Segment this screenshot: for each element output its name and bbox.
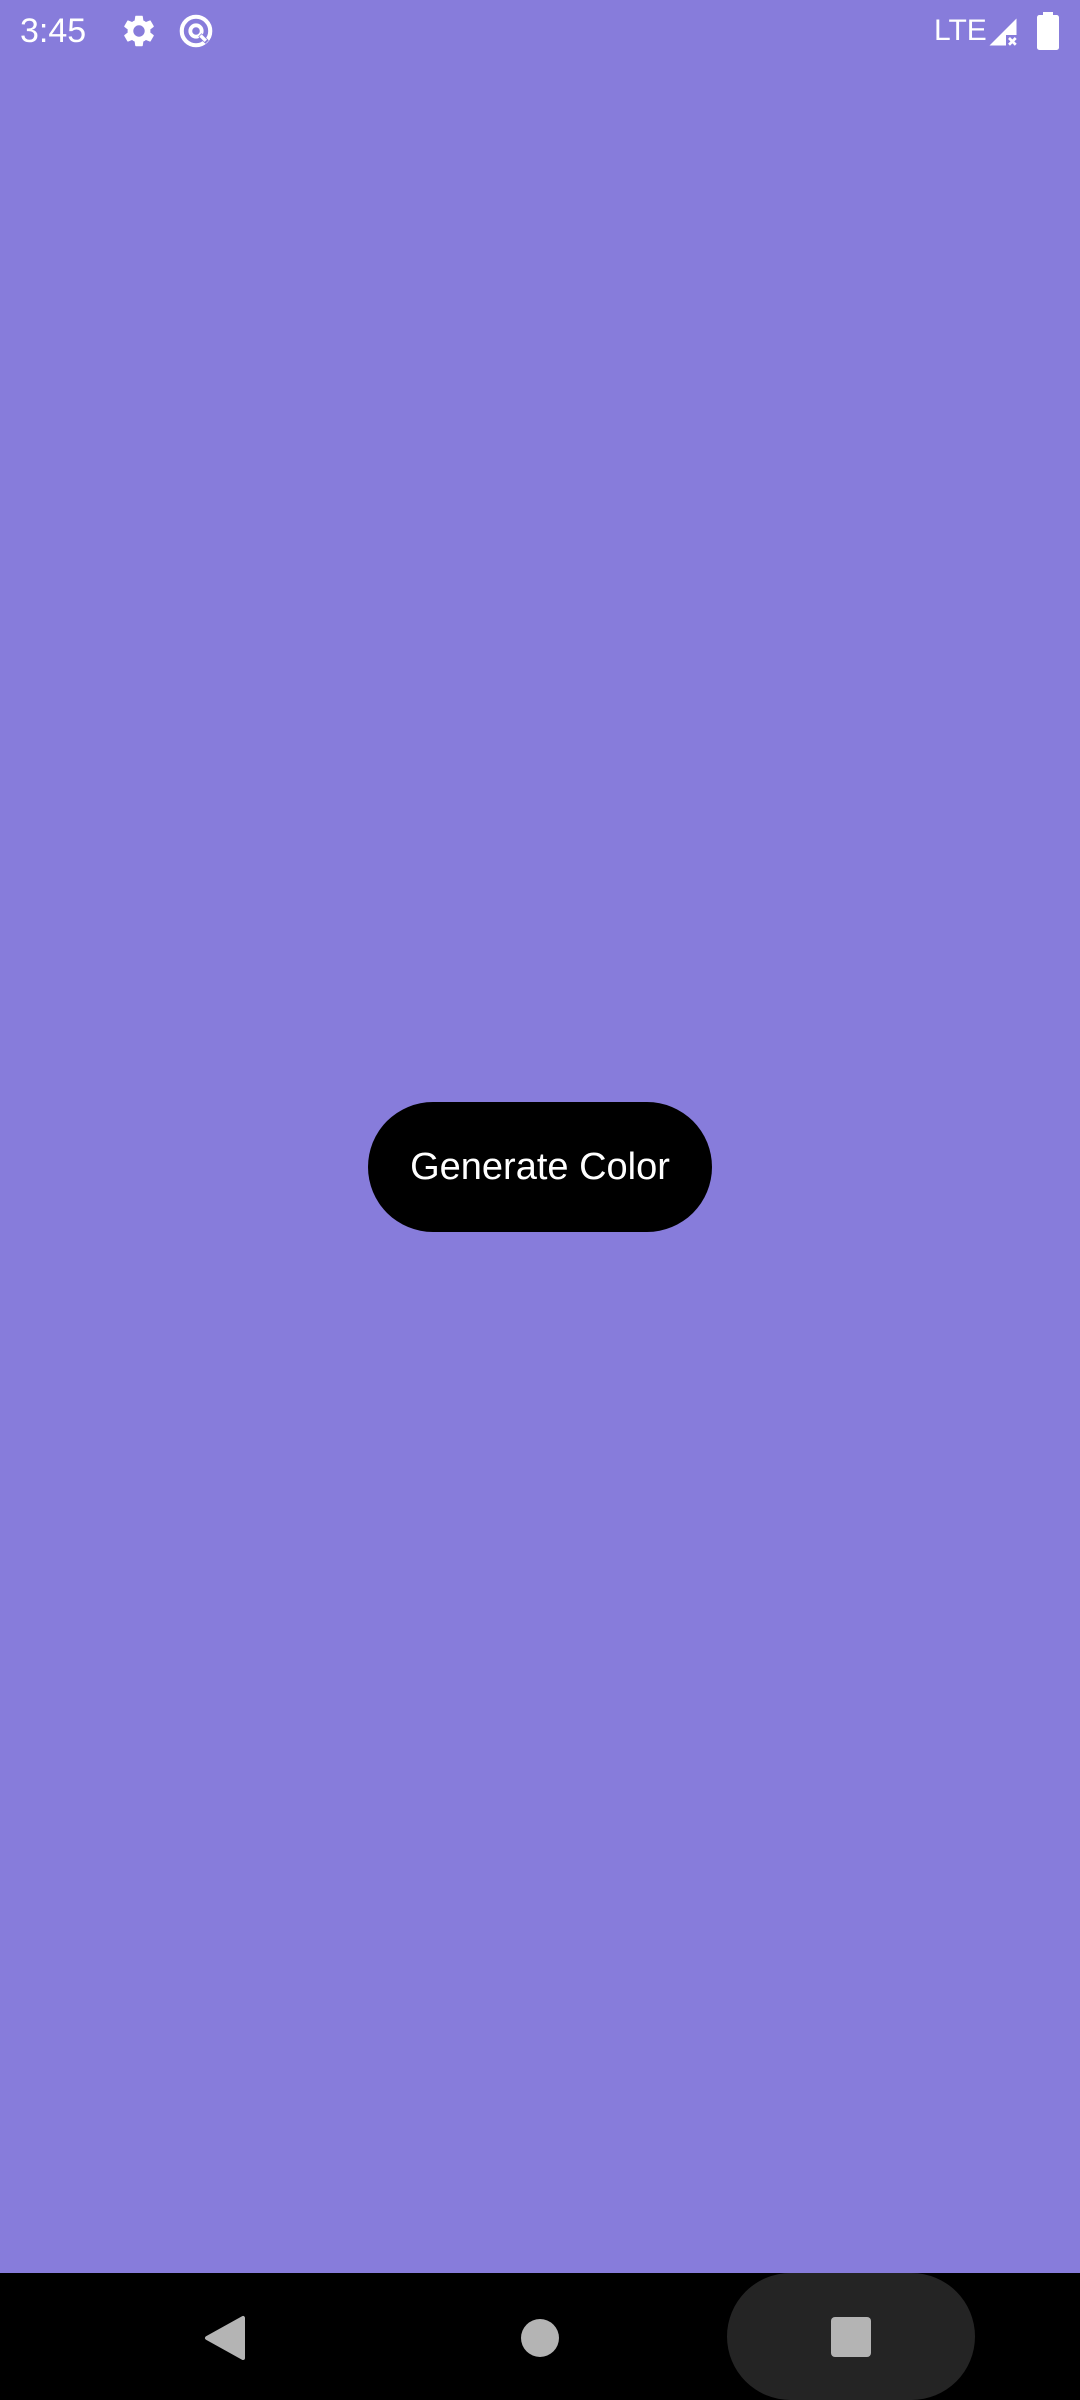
recents-square-icon	[831, 2316, 871, 2357]
network-type-label: LTE	[934, 14, 987, 47]
battery-icon	[1036, 12, 1060, 50]
settings-icon	[120, 12, 158, 50]
generate-color-button[interactable]: Generate Color	[368, 1102, 712, 1232]
app-screen: 3:45 LTE Generate Color	[0, 0, 1080, 2400]
back-button[interactable]	[180, 2293, 270, 2383]
signal-icon	[985, 14, 1021, 50]
back-triangle-icon	[205, 2316, 245, 2360]
home-circle-icon	[521, 2319, 559, 2357]
data-saver-icon	[177, 12, 215, 50]
status-time: 3:45	[20, 12, 87, 50]
navigation-bar	[0, 2273, 1080, 2400]
home-button[interactable]	[495, 2293, 585, 2383]
recents-button[interactable]	[727, 2273, 975, 2400]
status-bar: 3:45 LTE	[0, 0, 1080, 62]
